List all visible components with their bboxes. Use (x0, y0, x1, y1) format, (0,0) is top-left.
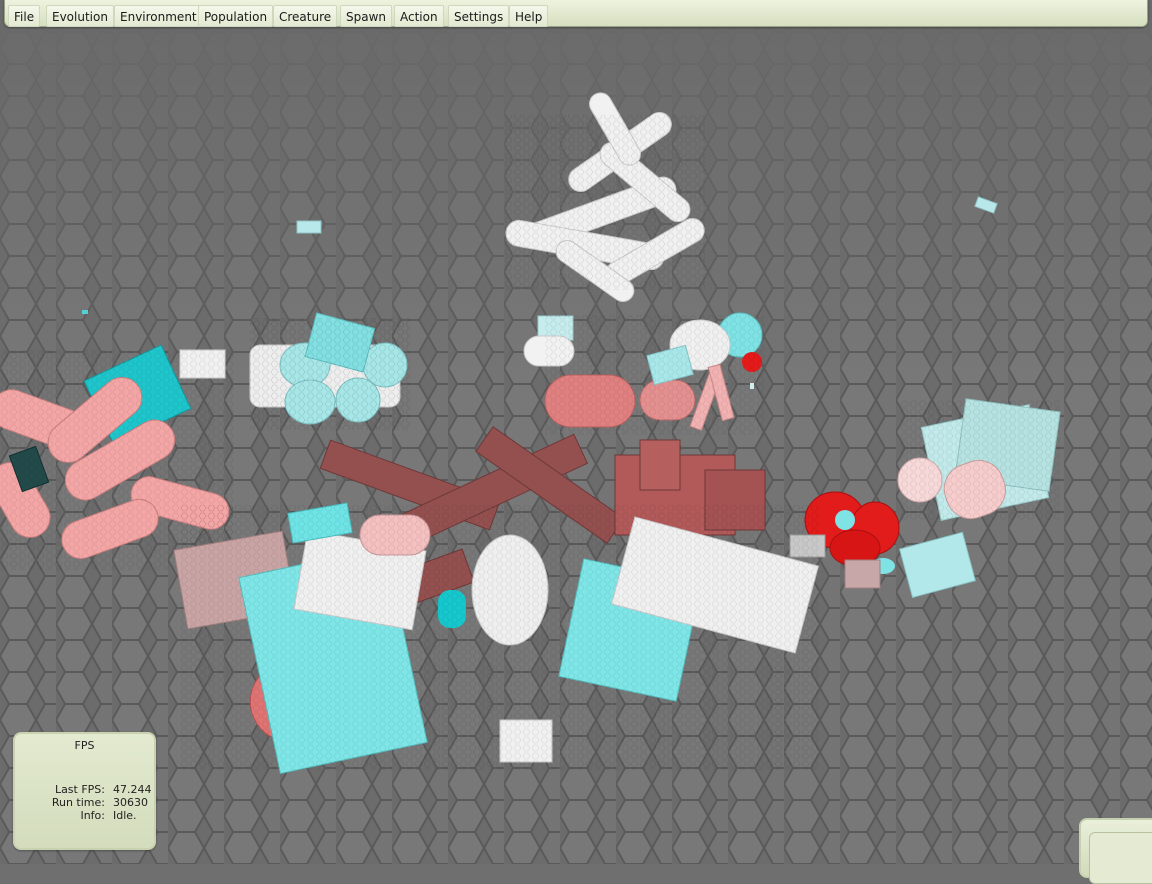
fps-panel-title: FPS (74, 739, 95, 752)
corner-panel-inner (1089, 832, 1152, 884)
info-label: Info: (80, 809, 105, 822)
creature-right-cubes (897, 398, 1061, 521)
info-value: Idle. (113, 809, 137, 822)
fps-panel[interactable]: FPS Last FPS: 47.244 Run time: 30630 Inf… (13, 732, 156, 850)
menu-action[interactable]: Action (394, 5, 444, 27)
menu-creature[interactable]: Creature (273, 5, 338, 27)
menu-help[interactable]: Help (509, 5, 549, 27)
simulation-viewport[interactable] (0, 0, 1152, 864)
creature-cyan-cluster (249, 312, 410, 430)
last-fps-value: 47.244 (113, 783, 151, 796)
menu-spawn[interactable]: Spawn (340, 5, 393, 27)
menu-population[interactable]: Population (198, 5, 274, 27)
menu-bar: File Evolution Environment Population Cr… (4, 0, 1148, 27)
menu-file[interactable]: File (8, 5, 41, 27)
creature-pink-mixed-cluster (544, 312, 765, 435)
speck-left (82, 310, 88, 314)
creature-white-cluster-top (505, 92, 705, 303)
menu-environment[interactable]: Environment (114, 5, 203, 27)
run-time-label: Run time: (51, 796, 105, 809)
menu-evolution[interactable]: Evolution (46, 5, 114, 27)
creature-foreground-pile (173, 502, 820, 775)
speck-mid (750, 383, 754, 389)
small-box-left (296, 220, 322, 234)
corner-panel[interactable] (1079, 818, 1152, 884)
run-time-value: 30630 (113, 796, 148, 809)
menu-settings[interactable]: Settings (448, 5, 510, 27)
last-fps-label: Last FPS: (54, 783, 105, 796)
